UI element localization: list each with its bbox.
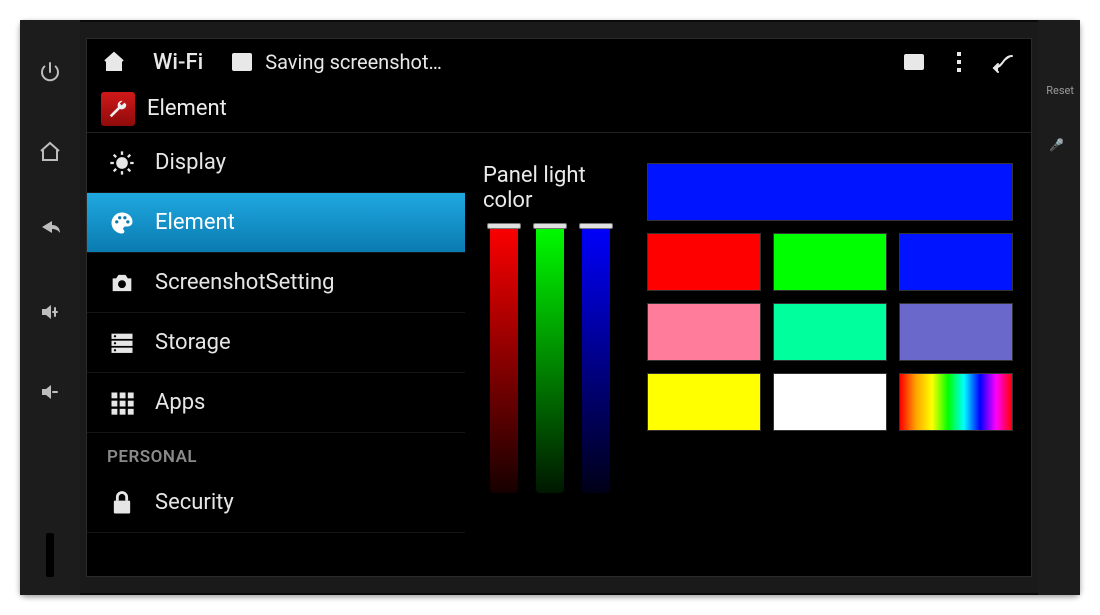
screenshot-icon[interactable] (901, 49, 927, 75)
back-soft-icon[interactable] (991, 49, 1017, 75)
sidebar-item-storage[interactable]: Storage (87, 313, 465, 373)
camera-icon (107, 268, 137, 298)
power-icon[interactable] (36, 58, 64, 86)
sidebar-item-label: Display (155, 150, 226, 175)
volume-down-icon[interactable] (36, 378, 64, 406)
swatch-green[interactable] (773, 233, 887, 291)
sidebar-item-label: Apps (155, 390, 205, 415)
settings-sidebar: Display Element ScreenshotSetting (87, 133, 465, 576)
screenshot-toast: Saving screenshot… (229, 49, 442, 75)
app-logo-wrench-icon (101, 92, 135, 126)
swatch-mint[interactable] (773, 303, 887, 361)
head-unit-device: Wi-Fi Saving screenshot… (20, 20, 1080, 595)
red-slider[interactable] (490, 223, 518, 493)
touchscreen: Wi-Fi Saving screenshot… (86, 38, 1032, 577)
image-icon (229, 49, 255, 75)
wifi-label: Wi-Fi (153, 50, 203, 75)
swatch-white[interactable] (773, 373, 887, 431)
toast-text: Saving screenshot… (265, 50, 442, 74)
mic-icon: 🎤 (1049, 138, 1064, 152)
app-body: Display Element ScreenshotSetting (87, 133, 1031, 576)
sidebar-section-personal: PERSONAL (87, 433, 465, 473)
swatch-violet[interactable] (899, 303, 1013, 361)
sidebar-item-screenshot[interactable]: ScreenshotSetting (87, 253, 465, 313)
blue-slider[interactable] (582, 223, 610, 493)
volume-up-icon[interactable] (36, 298, 64, 326)
status-bar: Wi-Fi Saving screenshot… (87, 39, 1031, 85)
home-hw-icon[interactable] (36, 138, 64, 166)
swatch-blue[interactable] (899, 233, 1013, 291)
panel-light-color-label: Panel light color (483, 163, 617, 213)
swatch-yellow[interactable] (647, 373, 761, 431)
device-left-buttons (20, 20, 80, 595)
device-right-edge: Reset 🎤 (1038, 20, 1080, 595)
sidebar-item-apps[interactable]: Apps (87, 373, 465, 433)
swatch-rainbow[interactable] (899, 373, 1013, 431)
apps-icon (107, 388, 137, 418)
sidebar-item-security[interactable]: Security (87, 473, 465, 533)
green-slider[interactable] (536, 223, 564, 493)
brightness-icon (107, 148, 137, 178)
home-icon[interactable] (101, 49, 127, 75)
sidebar-item-label: Storage (155, 330, 231, 355)
rgb-sliders: Panel light color (483, 163, 617, 493)
sd-card-slot (46, 533, 54, 577)
swatch-pink[interactable] (647, 303, 761, 361)
storage-icon (107, 328, 137, 358)
swatch-current[interactable] (647, 163, 1013, 221)
sidebar-item-element[interactable]: Element (87, 193, 465, 253)
back-hw-icon[interactable] (36, 218, 64, 246)
swatch-red[interactable] (647, 233, 761, 291)
lock-icon (107, 488, 137, 518)
sidebar-item-label: Element (155, 210, 235, 235)
app-title: Element (147, 96, 227, 121)
palette-icon (107, 208, 137, 238)
sidebar-item-label: ScreenshotSetting (155, 270, 335, 295)
app-header: Element (87, 85, 1031, 133)
panel-light-color-pane: Panel light color (465, 133, 1031, 576)
screen-bezel: Wi-Fi Saving screenshot… (80, 20, 1038, 595)
sidebar-item-display[interactable]: Display (87, 133, 465, 193)
reset-label[interactable]: Reset (1046, 84, 1074, 97)
overflow-menu-icon[interactable] (957, 52, 961, 72)
sidebar-item-label: Security (155, 490, 234, 515)
color-swatch-grid (647, 163, 1013, 431)
